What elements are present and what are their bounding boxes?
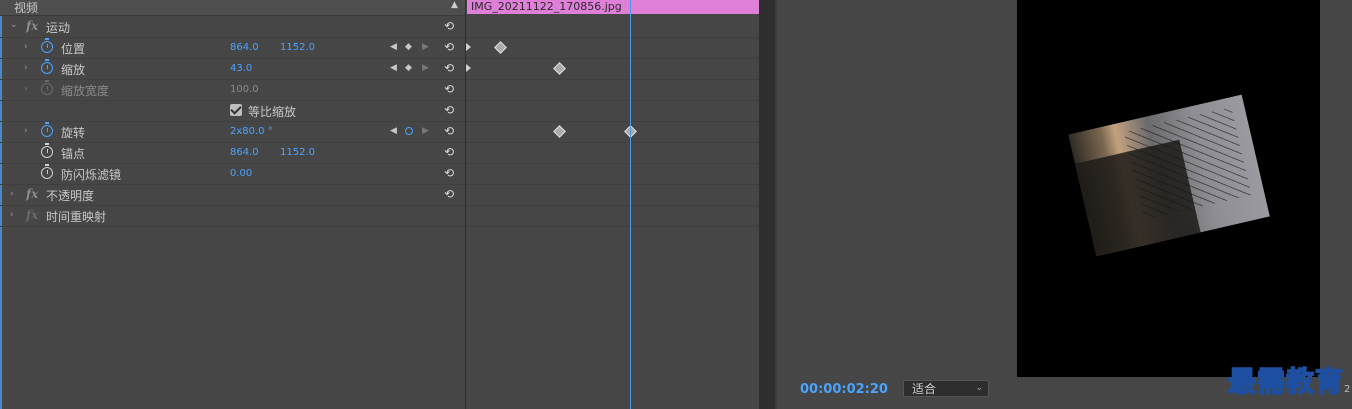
reset-icon[interactable]: ⟲: [444, 166, 454, 180]
resolution-fraction[interactable]: 2: [1344, 384, 1350, 395]
reset-icon[interactable]: ⟲: [444, 103, 454, 117]
reset-icon[interactable]: ⟲: [444, 187, 454, 201]
rotation-label: 旋转: [61, 126, 86, 140]
panel-gap: [759, 0, 775, 409]
video-section-title: 视频: [14, 1, 39, 15]
motion-label: 运动: [46, 21, 71, 35]
effect-row-opacity[interactable]: › fx 不透明度 ⟲: [0, 184, 465, 206]
scale-width-value: 100.0: [230, 84, 259, 95]
fit-dropdown[interactable]: 适合 ⌄: [903, 380, 989, 397]
anchor-x-value[interactable]: 864.0: [230, 147, 259, 158]
reset-icon[interactable]: ⟲: [444, 61, 454, 75]
timeline-row: [466, 37, 759, 59]
property-row-anchor-point: 锚点 864.0 1152.0 ⟲: [0, 142, 465, 164]
watermark-logo: 最需教育: [1227, 364, 1345, 399]
property-row-rotation: › 旋转 2x80.0 ° ◀ ▶ ⟲: [0, 121, 465, 143]
chevron-right-icon[interactable]: ›: [24, 63, 28, 73]
chevron-down-icon: ⌄: [975, 383, 983, 393]
effect-row-motion[interactable]: ⌄ fx 运动 ⟲: [0, 16, 465, 38]
timeline-row: [466, 184, 759, 206]
reset-icon[interactable]: ⟲: [444, 124, 454, 138]
add-keyframe-icon[interactable]: [405, 127, 413, 135]
timeline-row: [466, 142, 759, 164]
add-keyframe-icon[interactable]: ◆: [405, 63, 412, 73]
opacity-label: 不透明度: [46, 189, 95, 203]
chevron-right-icon[interactable]: ›: [24, 126, 28, 136]
timeline-row: [466, 121, 759, 143]
position-y-value[interactable]: 1152.0: [280, 42, 315, 53]
prev-keyframe-icon[interactable]: ◀: [390, 63, 397, 73]
next-keyframe-icon[interactable]: ▶: [422, 42, 429, 52]
scale-label: 缩放: [61, 63, 86, 77]
stopwatch-icon[interactable]: [41, 143, 53, 158]
stopwatch-icon[interactable]: [41, 164, 53, 179]
effect-row-time-remap[interactable]: › fx 时间重映射: [0, 205, 465, 227]
anti-flicker-value[interactable]: 0.00: [230, 168, 252, 179]
clip-start-marker: [466, 43, 471, 51]
property-row-anti-flicker: 防闪烁滤镜 0.00 ⟲: [0, 163, 465, 185]
stopwatch-icon[interactable]: [41, 59, 53, 74]
video-section-header[interactable]: 视频 ▲: [0, 0, 465, 16]
anchor-y-value[interactable]: 1152.0: [280, 147, 315, 158]
reset-icon[interactable]: ⟲: [444, 19, 454, 33]
scale-width-label: 缩放宽度: [61, 84, 110, 98]
property-row-uniform-scale: 等比缩放 ⟲: [0, 100, 465, 122]
next-keyframe-icon[interactable]: ▶: [422, 126, 429, 136]
uniform-scale-label: 等比缩放: [248, 105, 297, 119]
uniform-scale-checkbox[interactable]: [230, 104, 242, 116]
playhead-timecode[interactable]: 00:00:02:20: [800, 382, 888, 397]
stopwatch-icon: [41, 80, 53, 95]
timeline-row: [466, 100, 759, 122]
chevron-right-icon[interactable]: ›: [10, 210, 14, 220]
property-row-scale: › 缩放 43.0 ◀ ◆ ▶ ⟲: [0, 58, 465, 80]
property-row-scale-width: › 缩放宽度 100.0 ⟲: [0, 79, 465, 101]
reset-icon[interactable]: ⟲: [444, 40, 454, 54]
time-remap-label: 时间重映射: [46, 210, 107, 224]
rotation-value[interactable]: 2x80.0 °: [230, 126, 273, 137]
fx-icon[interactable]: fx: [26, 187, 38, 201]
timeline-row: [466, 79, 759, 101]
chevron-right-icon[interactable]: ›: [10, 189, 14, 199]
collapse-up-icon[interactable]: ▲: [451, 0, 458, 10]
timeline-row: [466, 58, 759, 80]
chevron-down-icon[interactable]: ⌄: [10, 20, 18, 30]
fit-value: 适合: [912, 382, 937, 396]
chevron-right-icon[interactable]: ›: [24, 42, 28, 52]
anti-flicker-label: 防闪烁滤镜: [61, 168, 122, 182]
stopwatch-icon[interactable]: [41, 122, 53, 137]
fx-icon: fx: [26, 208, 39, 222]
timeline-row: [466, 16, 759, 38]
add-keyframe-icon[interactable]: ◆: [405, 42, 412, 52]
playhead[interactable]: [630, 0, 631, 409]
prev-keyframe-icon[interactable]: ◀: [390, 126, 397, 136]
clip-bar[interactable]: IMG_20211122_170856.jpg: [467, 0, 759, 14]
clip-start-marker: [466, 64, 471, 72]
reset-icon[interactable]: ⟲: [444, 145, 454, 159]
position-x-value[interactable]: 864.0: [230, 42, 259, 53]
stopwatch-icon[interactable]: [41, 38, 53, 53]
next-keyframe-icon[interactable]: ▶: [422, 63, 429, 73]
fx-icon[interactable]: fx: [26, 19, 38, 33]
chevron-right-icon[interactable]: ›: [24, 84, 28, 94]
property-row-position: › 位置 864.0 1152.0 ◀ ◆ ▶ ⟲: [0, 37, 465, 59]
reset-icon[interactable]: ⟲: [444, 82, 454, 96]
prev-keyframe-icon[interactable]: ◀: [390, 42, 397, 52]
anchor-point-label: 锚点: [61, 147, 86, 161]
position-label: 位置: [61, 42, 86, 56]
timeline-row: [466, 205, 759, 227]
scale-value[interactable]: 43.0: [230, 63, 252, 74]
timeline-row: [466, 163, 759, 185]
